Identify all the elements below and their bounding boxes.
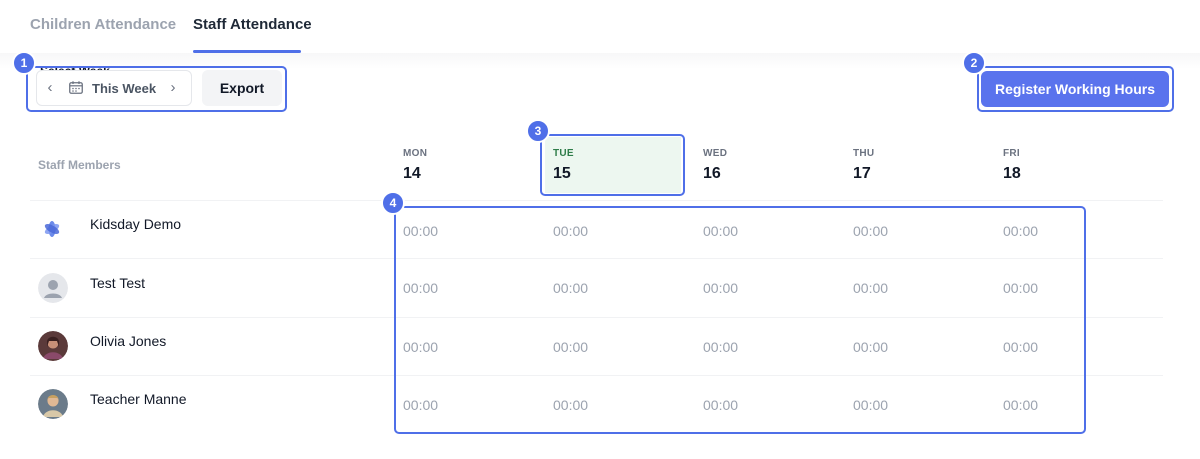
day-name: FRI bbox=[1003, 148, 1021, 159]
staff-name: Olivia Jones bbox=[90, 333, 167, 349]
tab-children-attendance[interactable]: Children Attendance bbox=[30, 16, 176, 33]
tab-staff-attendance[interactable]: Staff Attendance bbox=[193, 16, 312, 33]
default-user-avatar bbox=[38, 273, 68, 303]
row-divider bbox=[30, 200, 1163, 201]
day-date: 17 bbox=[853, 165, 871, 182]
photo-avatar bbox=[38, 331, 68, 361]
day-header-wed: WED 16 bbox=[703, 148, 727, 183]
staff-name: Teacher Manne bbox=[90, 391, 187, 407]
day-name: MON bbox=[403, 148, 428, 159]
annotation-badge: 3 bbox=[526, 119, 550, 143]
kidsday-logo-avatar bbox=[44, 221, 60, 237]
photo-avatar bbox=[38, 389, 68, 419]
day-date: 14 bbox=[403, 165, 421, 182]
staff-name: Kidsday Demo bbox=[90, 216, 182, 232]
annotation-badge: 4 bbox=[381, 191, 405, 215]
annotation-box-register bbox=[977, 66, 1174, 112]
day-header-mon: MON 14 bbox=[403, 148, 427, 183]
annotation-badge: 1 bbox=[12, 51, 36, 75]
day-name: THU bbox=[853, 148, 875, 159]
annotation-badge: 2 bbox=[962, 51, 986, 75]
day-header-fri: FRI 18 bbox=[1003, 148, 1021, 183]
day-header-thu: THU 17 bbox=[853, 148, 874, 183]
staff-members-header: Staff Members bbox=[38, 158, 121, 172]
annotation-box-time-grid bbox=[394, 206, 1086, 434]
day-date: 18 bbox=[1003, 165, 1021, 182]
annotation-box-week-controls bbox=[26, 66, 287, 112]
staff-name: Test Test bbox=[90, 275, 145, 291]
day-date: 16 bbox=[703, 165, 721, 182]
annotation-box-today bbox=[540, 134, 685, 196]
day-name: WED bbox=[703, 148, 728, 159]
